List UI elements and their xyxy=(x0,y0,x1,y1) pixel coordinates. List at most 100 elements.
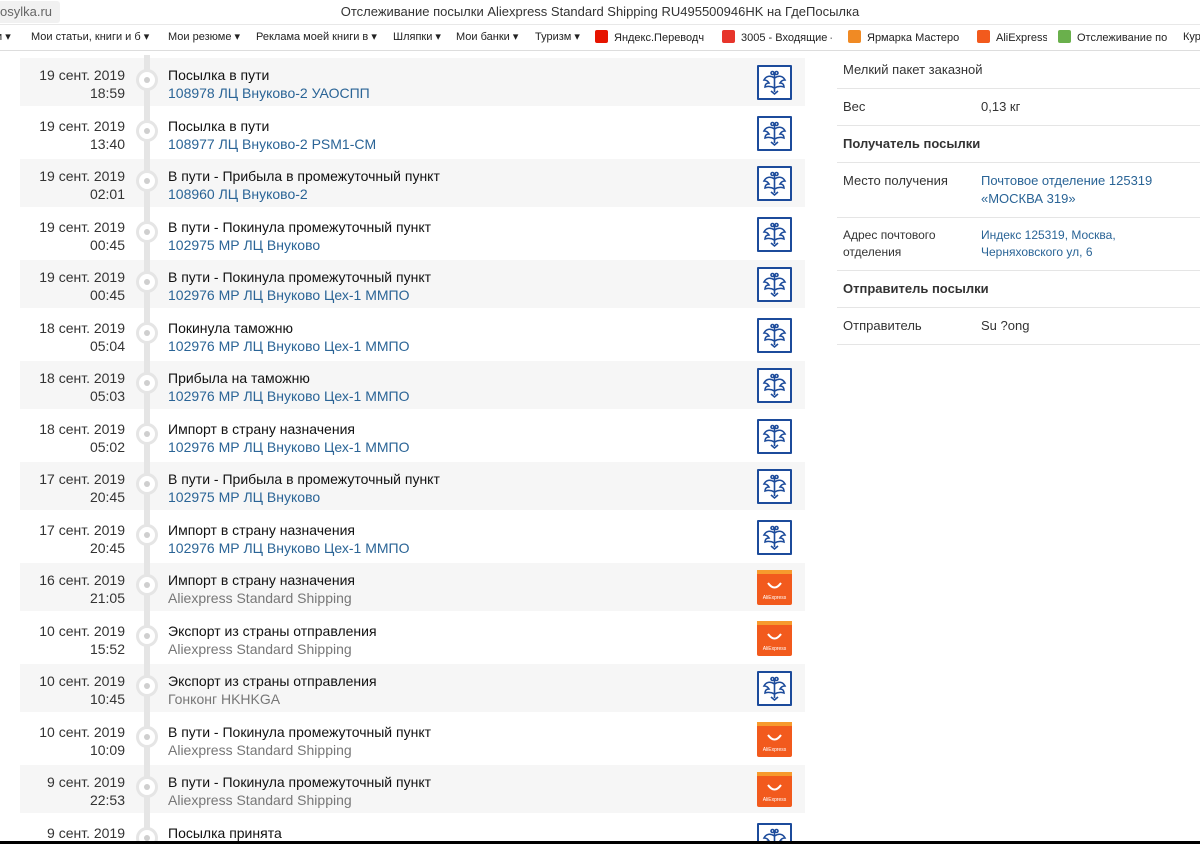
event-status: В пути - Покинула промежуточный пункт xyxy=(168,723,432,740)
bookmark-label: 3005 - Входящие – xyxy=(741,32,832,44)
weight-label: Вес xyxy=(843,99,866,114)
yandex-icon xyxy=(595,30,608,43)
bookmark-label: Реклама моей книги в ▾ xyxy=(256,31,377,43)
event-time: 10:45 xyxy=(89,691,125,707)
weight-value: 0,13 кг xyxy=(981,99,1021,114)
event-status: Экспорт из страны отправления xyxy=(168,673,377,689)
mail-icon xyxy=(722,30,735,43)
bookmark-label: Отслеживание по xyxy=(1077,32,1168,44)
pickup-label: Место получения xyxy=(843,173,948,188)
timeline-dot-icon xyxy=(136,624,158,647)
bookmark-item[interactable]: Яндекс.Переводч xyxy=(595,30,707,47)
timeline-dot-icon xyxy=(136,422,158,445)
event-location-link[interactable]: 102976 МР ЛЦ Внуково Цех-1 ММПО xyxy=(168,387,409,405)
event-date: 19 сент. 2019 xyxy=(39,117,125,134)
timeline-dot-icon xyxy=(136,69,158,91)
bookmark-item[interactable]: 3005 - Входящие – xyxy=(722,30,832,47)
tracking-event-row: 19 сент. 2019 13:40 Посылка в пути 108977 Л… xyxy=(20,105,805,160)
bookmark-item[interactable]: Мои банки ▾ xyxy=(456,30,528,47)
event-location: Aliexpress Standard Shipping xyxy=(168,640,352,657)
event-datetime: 18 сент. 2019 05:02 xyxy=(39,420,125,456)
tracking-event-row: 17 сент. 2019 20:45 Импорт в страну назнач… xyxy=(20,509,805,564)
event-details: Экспорт из страны отправления Гонконг HKH… xyxy=(168,672,377,708)
event-time: 20:45 xyxy=(89,489,125,505)
event-location-link[interactable]: 108977 ЛЦ Внуково-2 PSM1-CM xyxy=(168,135,376,153)
svg-text:AliExpress: AliExpress xyxy=(763,646,787,652)
event-datetime: 19 сент. 2019 18:59 xyxy=(39,66,125,102)
address-row: Адрес почтового отделения Индекс 125319,… xyxy=(837,218,1200,271)
event-date: 18 сент. 2019 xyxy=(39,420,125,437)
event-location: Гонконг HKHKGA xyxy=(168,691,281,707)
bookmark-item[interactable]: Мои статьи, книги и б ▾ xyxy=(31,30,161,47)
event-location-link[interactable]: 102976 МР ЛЦ Внуково Цех-1 ММПО xyxy=(168,337,409,355)
tracking-event-row: 9 сент. 2019 Посылка принята xyxy=(20,812,805,841)
event-location-link[interactable]: 102975 МР ЛЦ Внуково xyxy=(168,488,440,506)
timeline-dot-icon xyxy=(136,271,158,293)
bookmark-item[interactable]: AliExpress xyxy=(977,30,1047,47)
bookmark-label: Туризм ▾ xyxy=(535,31,580,43)
event-location-link[interactable]: 108960 ЛЦ Внуково-2 xyxy=(168,185,440,203)
bookmark-item[interactable]: Мои резюме ▾ xyxy=(168,30,248,47)
event-status: Импорт в страну назначения xyxy=(168,521,355,538)
event-details: В пути - Прибыла в промежуточный пункт 10… xyxy=(168,167,440,203)
bookmark-item[interactable]: Туризм ▾ xyxy=(535,30,587,47)
package-type-row: Мелкий пакет заказной xyxy=(837,52,1200,89)
bookmark-item[interactable]: Ярмарка Мастеро xyxy=(848,30,963,47)
event-status: В пути - Прибыла в промежуточный пункт xyxy=(168,168,440,184)
address-link[interactable]: Индекс 125319, Москва, Черняховского ул,… xyxy=(981,227,1194,261)
bookmark-item[interactable]: Кур xyxy=(1183,30,1200,47)
event-time: 21:05 xyxy=(89,590,125,606)
event-date: 18 сент. 2019 xyxy=(39,370,125,386)
bookmark-item[interactable]: Отслеживание по xyxy=(1058,30,1178,47)
svg-text:AliExpress: AliExpress xyxy=(763,797,787,803)
event-date: 18 сент. 2019 xyxy=(39,319,125,336)
aliexpress-logo-icon: AliExpress xyxy=(757,721,792,757)
pickup-row: Место получения Почтовое отделение 12531… xyxy=(837,163,1200,218)
event-date: 17 сент. 2019 xyxy=(39,521,125,538)
aliexpress-icon xyxy=(977,30,990,43)
sender-header: Отправитель посылки xyxy=(837,271,1200,308)
russian-post-logo-icon xyxy=(757,418,792,454)
event-status: Посылка принята xyxy=(168,824,282,841)
pickup-link[interactable]: Почтовое отделение 125319 «МОСКВА 319» xyxy=(981,172,1194,208)
event-details: Посылка в пути 108977 ЛЦ Внуково-2 PSM1-C… xyxy=(168,117,376,153)
package-type-value: Мелкий пакет заказной xyxy=(843,62,983,77)
event-location-link[interactable]: 102976 МР ЛЦ Внуково Цех-1 ММПО xyxy=(168,286,431,304)
bookmark-label: Кур xyxy=(1183,31,1200,43)
russian-post-logo-icon xyxy=(757,166,792,201)
event-date: 19 сент. 2019 xyxy=(39,67,125,83)
event-datetime: 17 сент. 2019 20:45 xyxy=(39,521,125,557)
russian-post-logo-icon xyxy=(757,115,792,151)
package-info-panel: Мелкий пакет заказной Вес 0,13 кг Получа… xyxy=(837,52,1200,345)
event-status: В пути - Покинула промежуточный пункт xyxy=(168,269,432,285)
event-location-link[interactable]: 108978 ЛЦ Внуково-2 УАОСПП xyxy=(168,84,370,102)
event-details: Покинула таможню 102976 МР ЛЦ Внуково Цех… xyxy=(168,319,409,355)
event-status: Покинула таможню xyxy=(168,319,293,336)
event-status: Импорт в страну назначения xyxy=(168,572,355,588)
event-time: 05:02 xyxy=(89,438,125,455)
event-datetime: 19 сент. 2019 13:40 xyxy=(39,117,125,153)
timeline-dot-icon xyxy=(136,170,158,192)
timeline-dot-icon xyxy=(136,473,158,495)
event-time: 02:01 xyxy=(89,186,125,202)
svg-text:AliExpress: AliExpress xyxy=(763,747,787,753)
bookmarks-bar: ги ▾ Мои статьи, книги и б ▾ Мои резюме ▾ Р… xyxy=(0,25,1200,51)
bookmark-item[interactable]: Реклама моей книги в ▾ xyxy=(256,30,384,47)
aliexpress-logo-icon: AliExpress xyxy=(757,772,792,807)
bookmark-item[interactable]: Шляпки ▾ xyxy=(393,30,448,47)
event-location: Aliexpress Standard Shipping xyxy=(168,741,352,758)
event-time: 15:52 xyxy=(89,640,125,657)
bookmark-label: ги ▾ xyxy=(0,31,11,43)
event-date: 17 сент. 2019 xyxy=(39,471,125,487)
event-location-link[interactable]: 102976 МР ЛЦ Внуково Цех-1 ММПО xyxy=(168,438,409,456)
event-status: Экспорт из страны отправления xyxy=(168,622,377,639)
bookmark-label: Мои банки ▾ xyxy=(456,31,519,43)
event-location-link[interactable]: 102976 МР ЛЦ Внуково Цех-1 ММПО xyxy=(168,539,409,557)
bookmark-item[interactable]: ги ▾ xyxy=(0,30,32,47)
event-date: 10 сент. 2019 xyxy=(39,723,125,740)
event-details: Посылка в пути 108978 ЛЦ Внуково-2 УАОСПП xyxy=(168,66,370,102)
event-time: 00:45 xyxy=(89,287,125,303)
event-date: 19 сент. 2019 xyxy=(39,218,125,235)
russian-post-logo-icon xyxy=(757,65,792,100)
event-location-link[interactable]: 102975 МР ЛЦ Внуково xyxy=(168,236,431,254)
